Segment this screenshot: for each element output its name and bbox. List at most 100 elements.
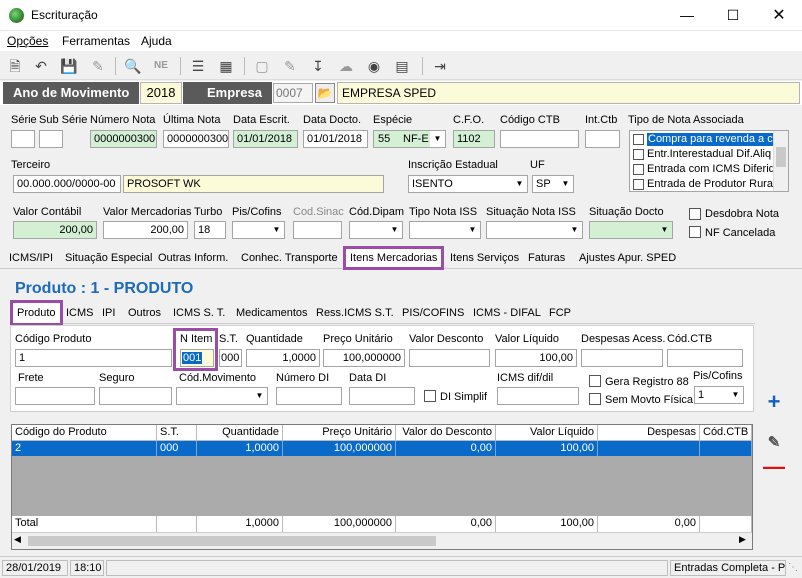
codigo-produto-input[interactable]: 1 <box>15 349 172 367</box>
table-cell[interactable]: 000 <box>157 441 197 456</box>
grid-header[interactable]: Preço Unitário <box>283 425 396 441</box>
st-input[interactable]: 000 <box>219 349 242 367</box>
subtab-produto[interactable]: Produto <box>10 300 63 326</box>
numero-nota-input[interactable]: 0000000300 <box>90 130 157 148</box>
exit-icon[interactable]: ⇥ <box>430 56 450 76</box>
situacao-nota-iss-select[interactable]: ▼ <box>486 221 583 239</box>
grid-header[interactable]: Valor Líquido <box>496 425 598 441</box>
grid-header[interactable]: Valor do Desconto <box>396 425 496 441</box>
grid-header[interactable]: Código do Produto <box>12 425 157 441</box>
chevron-down-icon[interactable]: ▼ <box>387 222 402 238</box>
maximize-button[interactable]: ☐ <box>710 0 756 31</box>
subserie-input[interactable] <box>39 130 63 148</box>
subtab-ipi[interactable]: IPI <box>98 303 119 324</box>
codigo-ctb-input[interactable] <box>500 130 579 148</box>
brush2-icon[interactable]: ✎ <box>280 56 300 76</box>
table-cell[interactable] <box>700 441 752 456</box>
menu-ajuda[interactable]: Ajuda <box>141 34 172 48</box>
money-icon[interactable]: ◉ <box>364 56 384 76</box>
data-di-input[interactable] <box>349 387 415 405</box>
list-item[interactable]: Compra para revenda a co <box>632 133 773 147</box>
n-item-input[interactable]: 001 <box>180 349 214 367</box>
chevron-down-icon[interactable]: ▼ <box>269 222 284 238</box>
open-folder-icon[interactable]: 📂 <box>315 83 335 103</box>
list-item[interactable]: Entrada com ICMS Diferido <box>632 163 773 177</box>
ano-input[interactable]: 2018 <box>140 82 182 104</box>
import-icon[interactable]: ↧ <box>308 56 328 76</box>
data-escrit-input[interactable]: 01/01/2018 <box>233 130 298 148</box>
ultima-nota-input[interactable]: 0000000300 <box>163 130 229 148</box>
table-cell[interactable] <box>598 441 700 456</box>
icms-dif-dil-input[interactable] <box>497 387 579 405</box>
tab-conhec-transporte[interactable]: Conhec. Transporte <box>237 248 342 269</box>
cod-movimento-select[interactable]: ▼ <box>176 387 268 405</box>
chevron-down-icon[interactable]: ▼ <box>465 222 480 238</box>
sem-movto-checkbox[interactable] <box>589 393 601 405</box>
remove-icon[interactable]: — <box>762 456 786 480</box>
save-icon[interactable]: 💾 <box>59 56 79 76</box>
gera-registro-checkbox[interactable] <box>589 375 601 387</box>
numero-di-input[interactable] <box>276 387 342 405</box>
table-cell[interactable]: 1,0000 <box>197 441 283 456</box>
situacao-docto-select[interactable]: ▼ <box>589 221 673 239</box>
frete-input[interactable] <box>15 387 95 405</box>
close-button[interactable]: ✕ <box>756 0 802 31</box>
chevron-down-icon[interactable]: ▼ <box>512 176 527 192</box>
table-cell[interactable]: 100,00 <box>496 441 598 456</box>
resize-grip-icon[interactable]: ⋱ <box>788 562 798 573</box>
pis-cofins-select[interactable]: ▼ <box>232 221 285 239</box>
ie-select[interactable]: ISENTO ▼ <box>408 175 528 193</box>
tipo-nota-list[interactable]: Compra para revenda a co Entr.Interestad… <box>629 130 789 192</box>
uf-select[interactable]: SP ▼ <box>532 175 574 193</box>
chevron-down-icon[interactable]: ▼ <box>657 222 672 238</box>
cloud-icon[interactable]: ☁ <box>336 56 356 76</box>
valor-mercadorias-input[interactable]: 200,00 <box>103 221 188 239</box>
checkbox[interactable] <box>633 149 644 160</box>
subtab-pis-cofins[interactable]: PIS/COFINS <box>398 303 468 324</box>
data-docto-input[interactable]: 01/01/2018 <box>303 130 368 148</box>
nfe-icon[interactable]: NE <box>151 56 171 76</box>
chevron-down-icon[interactable]: ▼ <box>567 222 582 238</box>
table-cell[interactable]: 0,00 <box>396 441 496 456</box>
edit-icon[interactable]: ✎ <box>762 432 786 456</box>
terceiro-code-input[interactable]: 00.000.000/0000-00 <box>13 175 121 193</box>
calculator-icon[interactable]: ▦ <box>216 56 236 76</box>
tree-icon[interactable]: ☰ <box>188 56 208 76</box>
tab-situacao-especial[interactable]: Situação Especial <box>61 248 156 269</box>
tab-faturas[interactable]: Faturas <box>524 248 569 269</box>
scroll-right-icon[interactable]: ▶ <box>739 534 746 545</box>
scroll-thumb[interactable] <box>28 536 436 546</box>
items-grid[interactable]: Código do Produto S.T. Quantidade Preço … <box>11 424 753 550</box>
di-simplif-checkbox[interactable] <box>424 390 436 402</box>
pis-cofins-produto-select[interactable]: 1 ▼ <box>694 386 744 404</box>
grid-header[interactable]: S.T. <box>157 425 197 441</box>
folder-icon[interactable]: ▢ <box>252 56 272 76</box>
tab-icms-ipi[interactable]: ICMS/IPI <box>5 248 57 269</box>
especie-select[interactable]: 55 NF-E ▼ <box>373 130 446 148</box>
tab-ajustes-apur-sped[interactable]: Ajustes Apur. SPED <box>575 248 680 269</box>
horizontal-scrollbar[interactable]: ◀ ▶ <box>12 532 752 549</box>
list-item[interactable]: Entrada de Produtor Rural <box>632 178 773 191</box>
scroll-thumb[interactable] <box>776 147 786 167</box>
chevron-down-icon[interactable]: ▼ <box>430 131 445 147</box>
minimize-button[interactable]: — <box>664 0 710 31</box>
grid-header[interactable]: Cód.CTB <box>700 425 752 441</box>
cod-sinac-input[interactable] <box>293 221 342 239</box>
empresa-code[interactable]: 0007 <box>273 83 313 103</box>
preco-unitario-input[interactable]: 100,000000 <box>323 349 405 367</box>
table-row[interactable]: 2 <box>12 441 157 456</box>
tipo-nota-iss-select[interactable]: ▼ <box>409 221 481 239</box>
quantidade-input[interactable]: 1,0000 <box>246 349 320 367</box>
subtab-icms[interactable]: ICMS <box>62 303 98 324</box>
tab-itens-servicos[interactable]: Itens Serviços <box>446 248 523 269</box>
grid-header[interactable]: Despesas <box>598 425 700 441</box>
undo-icon[interactable]: ↶ <box>31 56 51 76</box>
checkbox[interactable] <box>633 134 644 145</box>
menu-ferramentas[interactable]: Ferramentas <box>62 34 130 48</box>
cfo-input[interactable]: 1102 <box>453 130 495 148</box>
int-ctb-input[interactable] <box>585 130 620 148</box>
valor-contabil-input[interactable]: 200,00 <box>13 221 97 239</box>
document-icon[interactable]: ▤ <box>392 56 412 76</box>
subtab-medicamentos[interactable]: Medicamentos <box>232 303 312 324</box>
seguro-input[interactable] <box>99 387 172 405</box>
